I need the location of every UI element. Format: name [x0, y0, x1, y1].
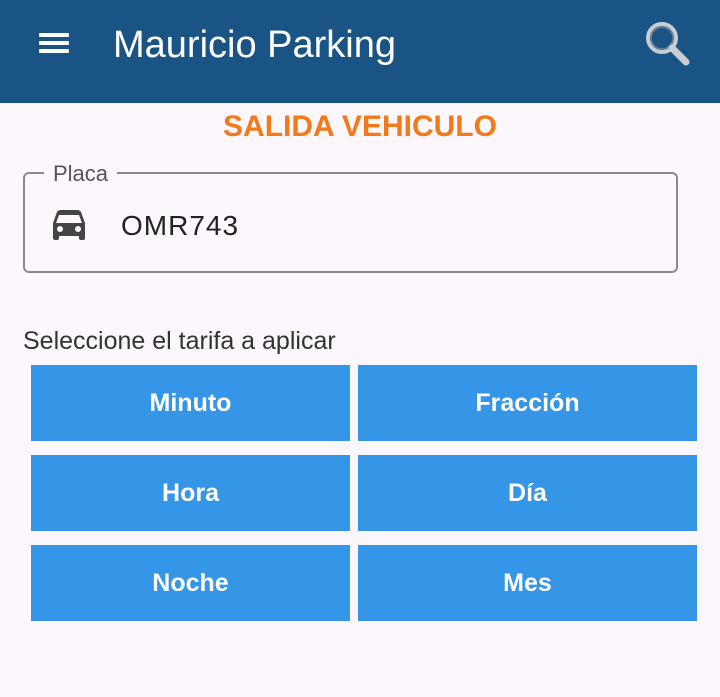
app-title: Mauricio Parking [113, 24, 396, 66]
hamburger-menu-icon-bar [39, 49, 69, 53]
app-bar: Mauricio Parking [0, 0, 720, 103]
menu-button[interactable] [37, 30, 71, 56]
plate-value: OMR743 [121, 210, 240, 241]
hamburger-menu-icon-bar [39, 41, 69, 45]
search-icon [646, 22, 690, 66]
rate-button-hora[interactable]: Hora [31, 455, 350, 531]
rate-button-noche[interactable]: Noche [31, 545, 350, 621]
section-title: SALIDA VEHICULO [223, 110, 497, 143]
rate-button-fraccion[interactable]: Fracción [358, 365, 697, 441]
car-icon [53, 210, 85, 240]
rate-button-minuto[interactable]: Minuto [31, 365, 350, 441]
rate-prompt: Seleccione el tarifa a aplicar [23, 327, 336, 355]
rate-button-dia[interactable]: Día [358, 455, 697, 531]
hamburger-menu-icon [39, 33, 69, 37]
rate-button-mes[interactable]: Mes [358, 545, 697, 621]
plate-field-label: Placa [44, 161, 118, 187]
search-button[interactable] [642, 18, 692, 68]
